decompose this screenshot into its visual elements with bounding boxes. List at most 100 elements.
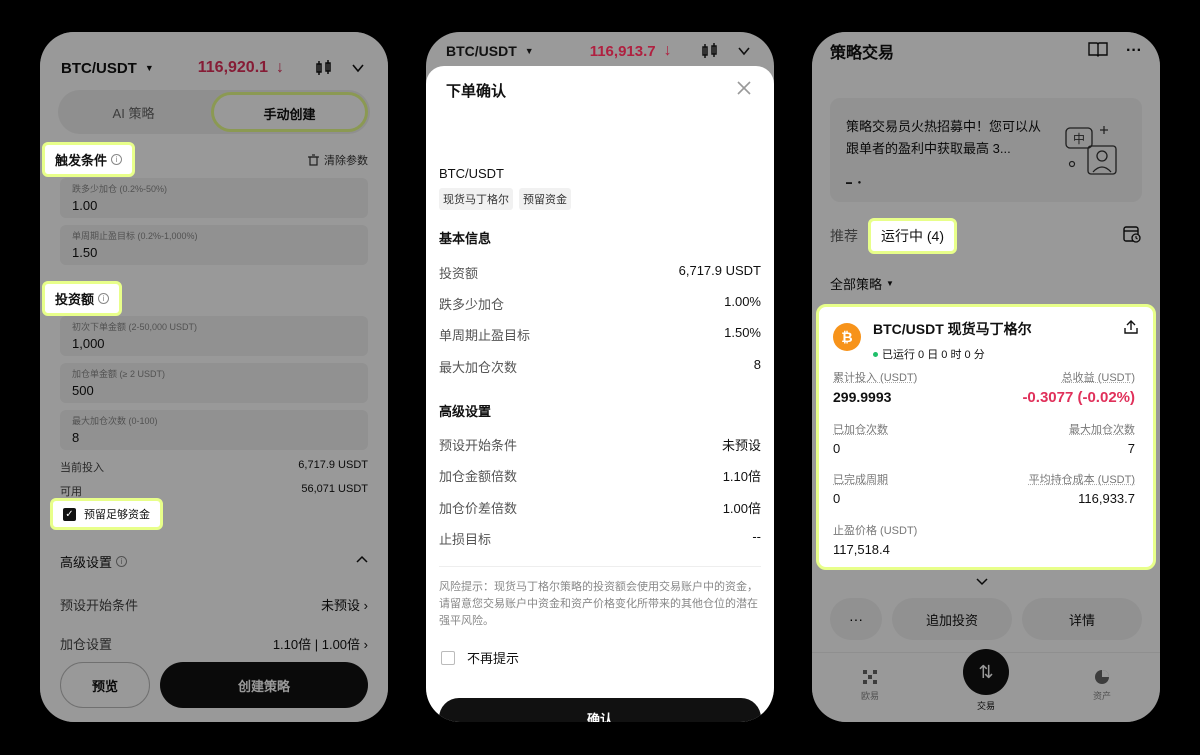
running-status: 已运行 0 日 0 时 0 分 <box>873 346 1032 362</box>
candlestick-icon[interactable] <box>314 58 334 78</box>
info-icon[interactable]: i <box>98 293 110 304</box>
phone-order-confirm: BTC/USDT ▼ 116,913.7 ↓ 下单确认 BTC/USDT 现货马… <box>426 32 774 722</box>
field-placeholder: 初次下单金额 (2-50,000 USDT) <box>72 322 198 332</box>
chevron-down-icon <box>734 41 754 61</box>
info-row: 止损目标 -- <box>439 529 761 548</box>
preset-value-wrap: 未预设 › <box>321 598 368 613</box>
invest-section-label: 投资额 i <box>42 281 123 316</box>
cell-label: 总收益 (USDT) <box>1061 372 1135 384</box>
row-label: 加仓价差倍数 <box>439 501 518 516</box>
row-value: 1.00倍 <box>722 501 761 516</box>
row-label: 单周期止盈目标 <box>439 328 531 343</box>
drop-add-field[interactable]: 跌多少加仓 (0.2%-50%) 1.00 <box>60 178 368 218</box>
checkbox-empty-icon[interactable] <box>441 650 455 665</box>
tabbar-home[interactable]: 欧易 <box>840 669 900 702</box>
add-setting-label: 加仓设置 <box>60 637 113 652</box>
order-tags: 现货马丁格尔 预留资金 <box>439 188 571 210</box>
price-label: 116,920.1 <box>197 59 269 76</box>
arrow-down-icon: ↓ <box>663 42 672 59</box>
tab-recommend[interactable]: 推荐 <box>830 226 858 246</box>
checkbox-checked-icon[interactable]: ✓ <box>63 507 76 521</box>
tab-ai-strategy[interactable]: AI 策略 <box>58 103 209 122</box>
tabbar-trade[interactable]: ⇅ 交易 <box>956 649 1016 712</box>
advanced-title: 高级设置 <box>439 404 492 419</box>
row-label: 跌多少加仓 <box>439 297 505 312</box>
tab-manual-create[interactable]: 手动创建 <box>211 92 368 132</box>
available-label: 可用 <box>60 486 82 498</box>
close-icon[interactable] <box>736 78 752 100</box>
cell-label: 已加仓次数 <box>833 424 888 436</box>
initial-order-field[interactable]: 初次下单金额 (2-50,000 USDT) 1,000 <box>60 316 368 356</box>
max-add-cell: 最大加仓次数 7 <box>1069 421 1135 456</box>
field-placeholder: 最大加仓次数 (0-100) <box>72 416 158 426</box>
cell-value: 7 <box>1127 441 1135 456</box>
cell-label: 已完成周期 <box>833 474 888 486</box>
caret-down-icon[interactable]: ▼ <box>145 63 154 73</box>
trade-swap-icon[interactable]: ⇅ <box>963 649 1009 695</box>
detail-button[interactable]: 详情 <box>1022 598 1142 640</box>
chevron-down-icon[interactable] <box>348 58 368 78</box>
add-setting-value: 1.10倍 | 1.00倍 <box>272 637 361 652</box>
cell-value: 0 <box>833 441 841 456</box>
take-profit-field[interactable]: 单周期止盈目标 (0.2%-1,000%) 1.50 <box>60 225 368 265</box>
tag-martingale: 现货马丁格尔 <box>439 188 513 210</box>
reserve-funds-checkbox[interactable]: ✓ 预留足够资金 <box>50 498 163 530</box>
no-remind-label: 不再提示 <box>467 651 520 666</box>
add-invest-button[interactable]: 追加投资 <box>892 598 1012 640</box>
available-row: 可用 56,071 USDT <box>60 483 368 499</box>
field-placeholder: 单周期止盈目标 (0.2%-1,000%) <box>72 231 198 241</box>
field-value: 500 <box>72 383 94 398</box>
add-setting-row[interactable]: 加仓设置 1.10倍 | 1.00倍 › <box>60 634 368 653</box>
added-count-cell: 已加仓次数 0 <box>833 421 888 456</box>
create-strategy-button[interactable]: 创建策略 <box>160 662 368 708</box>
row-label: 最大加仓次数 <box>439 360 518 375</box>
no-remind-checkbox[interactable]: 不再提示 <box>441 648 519 667</box>
field-value: 1.50 <box>72 245 98 260</box>
risk-notice: 风险提示：现货马丁格尔策略的投资额会使用交易账户中的资金，请留意您交易账户中资金… <box>439 581 758 627</box>
cell-label: 累计投入 (USDT) <box>833 372 918 384</box>
strategy-card[interactable]: ₿ BTC/USDT 现货马丁格尔 已运行 0 日 0 时 0 分 累计投入 (… <box>816 304 1156 570</box>
row-value: 未预设 <box>721 438 761 453</box>
info-row: 单周期止盈目标 1.50% <box>439 325 761 344</box>
chevron-down-icon[interactable] <box>976 576 988 590</box>
row-label: 止损目标 <box>439 532 492 547</box>
info-icon[interactable]: i <box>111 154 123 165</box>
history-calendar-icon[interactable] <box>1122 224 1142 249</box>
tabbar-assets[interactable]: 资产 <box>1072 669 1132 702</box>
arrow-down-icon: ↓ <box>276 59 285 76</box>
preset-condition-row[interactable]: 预设开始条件 未预设 › <box>60 595 368 614</box>
trigger-section-label: 触发条件 i <box>42 142 136 177</box>
bottom-actions: 预览 创建策略 <box>60 662 368 708</box>
clear-params-button[interactable]: 清除参数 <box>308 152 368 168</box>
trigger-title: 触发条件 <box>55 153 108 168</box>
header-bar: BTC/USDT ▼ 116,913.7 ↓ <box>446 40 754 62</box>
tabbar-label: 交易 <box>976 701 995 711</box>
cell-value: 117,518.4 <box>833 542 890 557</box>
current-invest-row: 当前投入 6,717.9 USDT <box>60 459 368 475</box>
share-icon[interactable] <box>1123 319 1139 362</box>
pair-selector[interactable]: BTC/USDT <box>61 60 137 77</box>
confirm-button[interactable]: 确认 <box>439 698 761 722</box>
all-strategies-filter[interactable]: 全部策略 ▼ <box>830 274 894 293</box>
more-icon[interactable]: ··· <box>1126 42 1142 60</box>
cell-label: 平均持仓成本 (USDT) <box>1028 474 1135 486</box>
current-invest-value: 6,717.9 USDT <box>298 459 368 471</box>
book-icon[interactable] <box>1088 41 1108 62</box>
filter-label: 全部策略 <box>830 277 883 292</box>
add-order-field[interactable]: 加仓单金额 (≥ 2 USDT) 500 <box>60 363 368 403</box>
info-icon[interactable]: i <box>116 556 128 567</box>
svg-text:中: 中 <box>1073 131 1085 146</box>
advanced-settings-header[interactable]: 高级设置 i <box>60 552 368 571</box>
more-actions-button[interactable]: ··· <box>830 598 882 640</box>
field-value: 1,000 <box>72 336 105 351</box>
list-tabs: 推荐 运行中 (4) <box>830 216 1142 256</box>
max-add-field[interactable]: 最大加仓次数 (0-100) 8 <box>60 410 368 450</box>
phone-strategy-list: 策略交易 ··· 策略交易员火热招募中！您可以从跟单者的盈利中获取最高 3...… <box>812 32 1160 722</box>
chevron-up-icon[interactable] <box>356 554 368 569</box>
preview-button[interactable]: 预览 <box>60 662 150 708</box>
take-profit-price-cell: 止盈价格 (USDT) 117,518.4 <box>833 522 917 557</box>
cell-label: 最大加仓次数 <box>1069 424 1135 436</box>
field-value: 8 <box>72 430 80 445</box>
tab-running[interactable]: 运行中 (4) <box>868 218 957 254</box>
recruit-banner[interactable]: 策略交易员火热招募中！您可以从跟单者的盈利中获取最高 3... ▬ ● 中 <box>830 98 1142 202</box>
